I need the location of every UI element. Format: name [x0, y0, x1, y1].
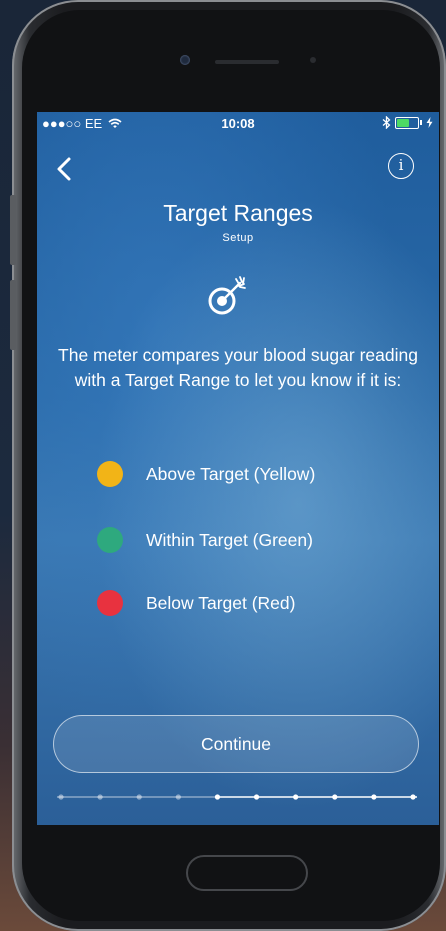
battery-icon [395, 116, 419, 129]
progress-dot [332, 794, 338, 800]
red-dot-icon [97, 590, 123, 616]
status-time: 10:08 [221, 116, 255, 131]
home-button[interactable] [186, 855, 308, 891]
continue-button[interactable]: Continue [53, 715, 419, 773]
legend-label: Below Target (Red) [146, 592, 296, 613]
progress-dot [97, 794, 103, 800]
volume-button [10, 280, 16, 350]
legend-item-below: Below Target (Red) [97, 590, 295, 616]
legend-label: Within Target (Green) [146, 529, 313, 550]
progress-dot [253, 794, 260, 800]
legend-item-above: Above Target (Yellow) [97, 461, 315, 487]
bluetooth-icon [382, 116, 391, 129]
legend-label: Above Target (Yellow) [146, 463, 316, 484]
front-camera [180, 55, 190, 65]
progress-dot [214, 794, 221, 800]
yellow-dot-icon [97, 461, 123, 487]
battery-tip [420, 120, 422, 125]
progress-dot [58, 794, 64, 800]
progress-dot [293, 794, 299, 800]
progress-dot [371, 794, 377, 800]
charging-icon [426, 117, 433, 128]
target-arrow-icon [208, 276, 246, 315]
legend-item-within: Within Target (Green) [97, 527, 313, 553]
page-subtitle: Setup [222, 232, 254, 244]
page-title: Target Ranges [163, 200, 313, 226]
app-screen: ●●●○○ EE 10:08 i Target Ranges Setup The… [37, 112, 439, 825]
description-text: The meter compares your blood sugar read… [58, 345, 418, 390]
info-icon[interactable]: i [388, 153, 414, 179]
earpiece-speaker [215, 60, 279, 64]
progress-indicator [57, 794, 417, 800]
proximity-sensor [310, 57, 316, 63]
green-dot-icon [97, 527, 123, 553]
progress-dot [175, 794, 181, 800]
chevron-left-icon[interactable] [51, 154, 81, 184]
progress-dot [410, 794, 416, 800]
progress-dot [136, 794, 142, 800]
status-right [382, 116, 433, 129]
status-bar: ●●●○○ EE 10:08 [37, 116, 439, 134]
volume-button [10, 195, 16, 265]
